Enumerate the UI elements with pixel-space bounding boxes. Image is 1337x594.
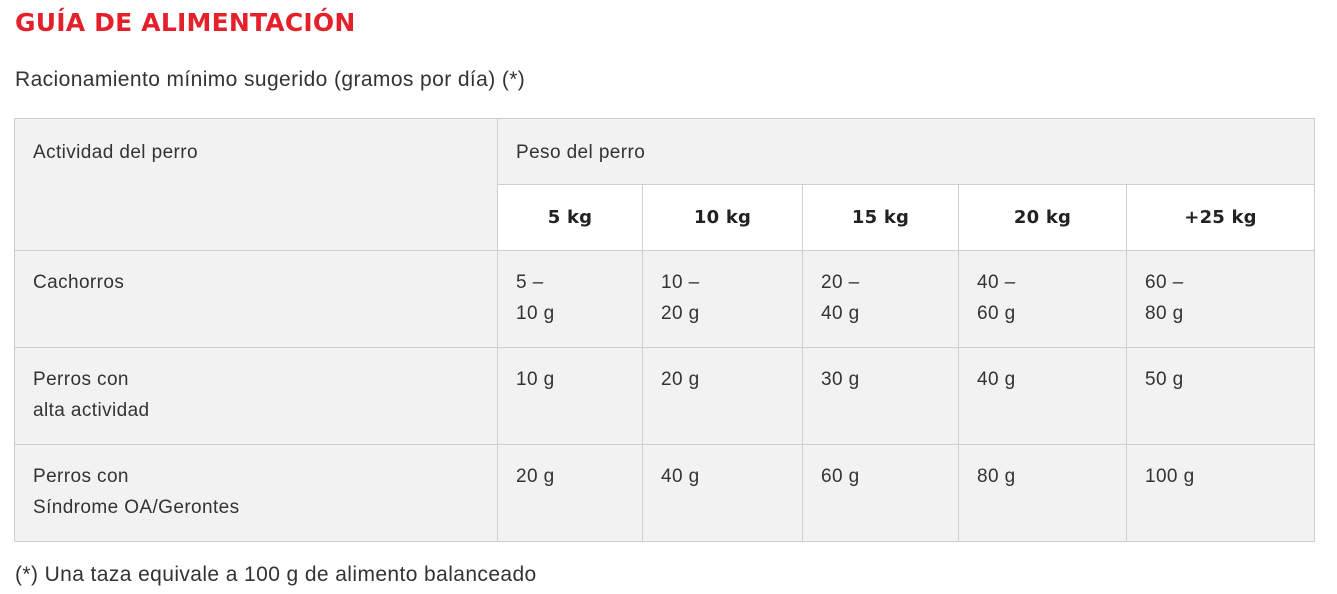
activity-cell: Perros con alta actividad xyxy=(14,347,498,445)
ration-value: 10 g xyxy=(516,369,555,390)
ration-value: 5 – 10 g xyxy=(516,272,555,324)
weight-cell: 5 kg xyxy=(497,184,643,251)
ration-value: 20 g xyxy=(516,466,555,487)
table-row: Perros con alta actividad 10 g 20 g 30 g… xyxy=(14,347,1316,445)
ration-cell: 20 – 40 g xyxy=(802,250,959,348)
ration-cell: 10 – 20 g xyxy=(642,250,803,348)
ration-cell: 40 g xyxy=(642,444,803,542)
ration-cell: 20 g xyxy=(497,444,643,542)
ration-cell: 40 g xyxy=(958,347,1127,445)
ration-cell: 50 g xyxy=(1125,347,1316,445)
footnote: (*) Una taza equivale a 100 g de aliment… xyxy=(15,563,537,586)
activity-label: Perros con alta actividad xyxy=(33,369,150,421)
table-header-row: Actividad del perro Peso del perro xyxy=(14,118,1316,251)
ration-value: 30 g xyxy=(821,369,860,390)
weight-header-cell: Peso del perro xyxy=(496,118,1316,185)
ration-cell: 5 – 10 g xyxy=(497,250,643,348)
weight-cell: 10 kg xyxy=(642,184,803,251)
activity-header: Actividad del perro xyxy=(33,142,198,163)
table-row: Perros con Síndrome OA/Gerontes 20 g 40 … xyxy=(14,444,1316,542)
ration-value: 60 – 80 g xyxy=(1145,272,1184,324)
activity-header-cell: Actividad del perro xyxy=(14,118,498,251)
table-row: Cachorros 5 – 10 g 10 – 20 g 20 – 40 g 4… xyxy=(14,250,1316,348)
ration-cell: 80 g xyxy=(958,444,1127,542)
weight-cell: +25 kg xyxy=(1125,184,1316,251)
ration-cell: 60 g xyxy=(802,444,959,542)
ration-cell: 60 – 80 g xyxy=(1125,250,1316,348)
weight-cell: 20 kg xyxy=(958,184,1127,251)
weight-header: Peso del perro xyxy=(516,142,646,163)
ration-value: 20 – 40 g xyxy=(821,272,860,324)
ration-value: 10 – 20 g xyxy=(661,272,700,324)
ration-value: 40 g xyxy=(977,369,1016,390)
ration-cell: 30 g xyxy=(802,347,959,445)
ration-value: 40 g xyxy=(661,466,700,487)
activity-cell: Cachorros xyxy=(14,250,498,348)
activity-cell: Perros con Síndrome OA/Gerontes xyxy=(14,444,498,542)
ration-value: 80 g xyxy=(977,466,1016,487)
ration-cell: 100 g xyxy=(1125,444,1316,542)
page-title: GUÍA DE ALIMENTACIÓN xyxy=(15,8,356,37)
ration-cell: 20 g xyxy=(642,347,803,445)
activity-label: Cachorros xyxy=(33,272,125,293)
ration-value: 40 – 60 g xyxy=(977,272,1016,324)
ration-value: 50 g xyxy=(1145,369,1184,390)
ration-cell: 10 g xyxy=(497,347,643,445)
feeding-table: Actividad del perro Peso del perro 5 kg … xyxy=(14,118,1316,542)
ration-value: 60 g xyxy=(821,466,860,487)
ration-cell: 40 – 60 g xyxy=(958,250,1127,348)
ration-value: 100 g xyxy=(1145,466,1195,487)
table-subtitle: Racionamiento mínimo sugerido (gramos po… xyxy=(15,68,526,91)
activity-label: Perros con Síndrome OA/Gerontes xyxy=(33,466,240,518)
weight-cell: 15 kg xyxy=(802,184,959,251)
ration-value: 20 g xyxy=(661,369,700,390)
